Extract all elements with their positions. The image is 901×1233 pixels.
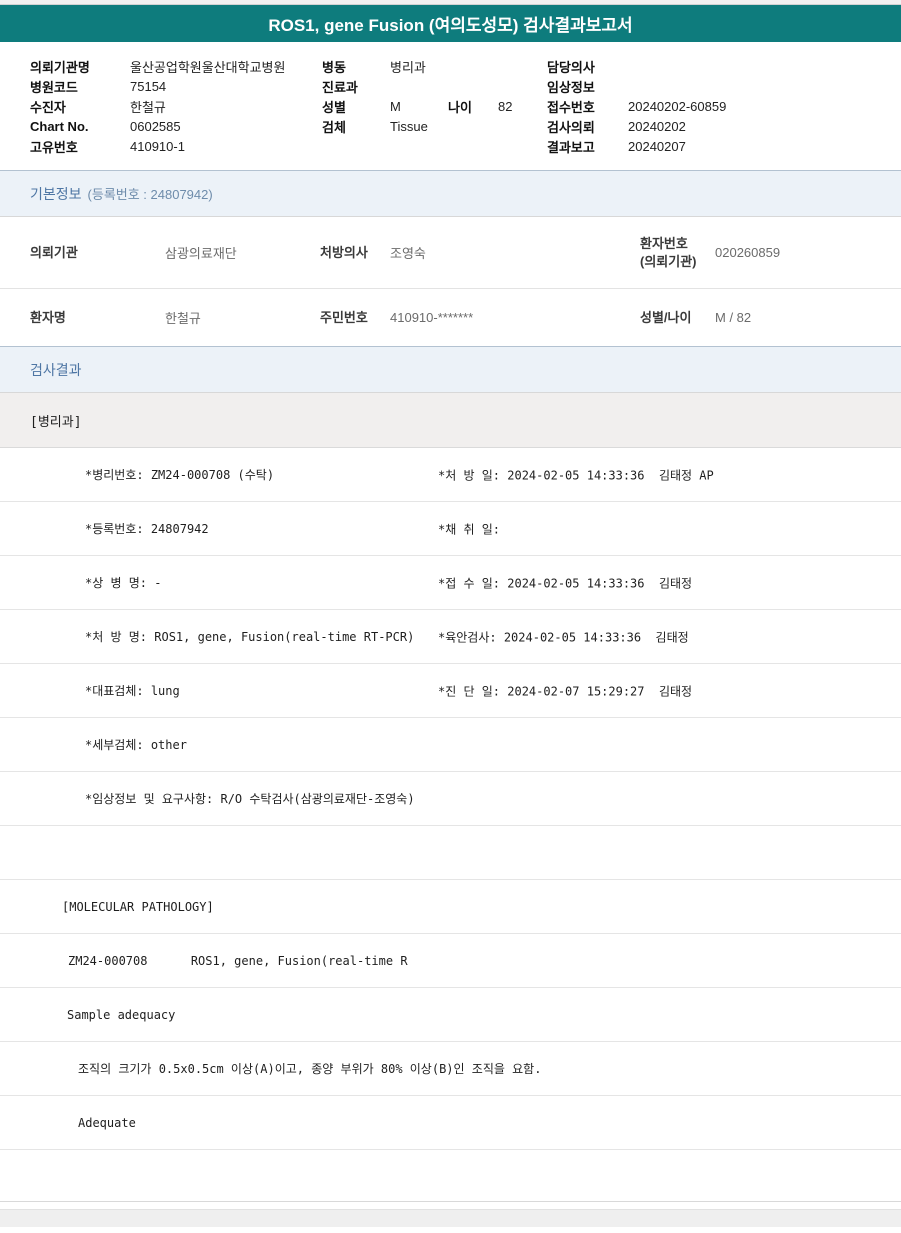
field-value: 울산공업학원울산대학교병원 (130, 57, 322, 76)
header-row: 병원코드 75154 진료과 임상정보 (30, 76, 901, 96)
result-text: *진 단 일: 2024-02-07 15:29:27 김태정 (438, 682, 692, 699)
result-row (0, 1150, 901, 1202)
field-value: 0602585 (130, 119, 322, 134)
field-label: 처방의사 (320, 244, 390, 262)
field-label: 성별/나이 (640, 309, 715, 327)
field-label: 수진자 (30, 97, 130, 116)
header-row: 수진자 한철규 성별 M 나이 82 접수번호 20240202-60859 (30, 96, 901, 116)
field-label: 환자명 (30, 309, 165, 327)
result-text: Adequate (0, 1116, 136, 1130)
result-text: *등록번호: 24807942 (0, 520, 209, 537)
field-value: 020260859 (715, 245, 901, 260)
field-value: 410910-******* (390, 310, 640, 325)
section-title: 검사결과 (30, 360, 82, 380)
report-title-bar: ROS1, gene Fusion (여의도성모) 검사결과보고서 (0, 5, 901, 42)
result-row: Adequate (0, 1096, 901, 1150)
field-value: 한철규 (130, 97, 322, 116)
table-row: 의뢰기관 삼광의료재단 처방의사 조영숙 환자번호 (의뢰기관) 02026085… (0, 217, 901, 289)
result-row: ZM24-000708 ROS1, gene, Fusion(real-time… (0, 934, 901, 988)
result-text: *병리번호: ZM24-000708 (수탁) (0, 466, 274, 483)
field-label: 결과보고 (547, 137, 628, 156)
result-row: *처 방 명: ROS1, gene, Fusion(real-time RT-… (0, 610, 901, 664)
result-text: [MOLECULAR PATHOLOGY] (0, 900, 214, 914)
result-text: *대표검체: lung (0, 682, 180, 699)
field-value: 조영숙 (390, 243, 640, 262)
field-label: 검체 (322, 117, 390, 136)
department-label: [병리과] (30, 411, 82, 430)
result-text: *처 방 일: 2024-02-05 14:33:36 김태정 AP (438, 466, 714, 483)
field-value: Tissue (390, 119, 448, 134)
result-row: *병리번호: ZM24-000708 (수탁) *처 방 일: 2024-02-… (0, 448, 901, 502)
field-value: 20240202-60859 (628, 99, 901, 114)
field-label: 성별 (322, 97, 390, 116)
field-value: 병리과 (390, 57, 448, 76)
field-label: 나이 (448, 97, 498, 116)
patient-header-block: 의뢰기관명 울산공업학원울산대학교병원 병동 병리과 담당의사 병원코드 751… (0, 42, 901, 156)
footer-spacer (0, 1202, 901, 1209)
field-label: 고유번호 (30, 137, 130, 156)
section-title: 기본정보 (30, 184, 82, 204)
result-text: 조직의 크기가 0.5x0.5cm 이상(A)이고, 종양 부위가 80% 이상… (0, 1060, 541, 1077)
field-value: 75154 (130, 79, 322, 94)
result-text: ZM24-000708 ROS1, gene, Fusion(real-time… (0, 954, 408, 968)
field-value: 410910-1 (130, 139, 322, 154)
field-label: 병동 (322, 57, 390, 76)
result-text: *상 병 명: - (0, 574, 161, 591)
field-label: 의뢰기관 (30, 244, 165, 262)
field-label: 의뢰기관명 (30, 57, 130, 76)
field-value: 삼광의료재단 (165, 243, 320, 262)
field-label: 진료과 (322, 77, 390, 96)
result-text: *처 방 명: ROS1, gene, Fusion(real-time RT-… (0, 628, 414, 645)
section-subtitle: (등록번호 : 24807942) (88, 184, 213, 203)
field-value: 20240207 (628, 139, 901, 154)
basic-info-section-header: 기본정보 (등록번호 : 24807942) (0, 170, 901, 217)
result-row: [MOLECULAR PATHOLOGY] (0, 880, 901, 934)
result-row: *상 병 명: - *접 수 일: 2024-02-05 14:33:36 김태… (0, 556, 901, 610)
field-value: M / 82 (715, 310, 901, 325)
result-row (0, 826, 901, 880)
table-row: 환자명 한철규 주민번호 410910-******* 성별/나이 M / 82 (0, 289, 901, 346)
footer-bar (0, 1209, 901, 1227)
result-row: *임상정보 및 요구사항: R/O 수탁검사(삼광의료재단-조영숙) (0, 772, 901, 826)
field-label: 검사의뢰 (547, 117, 628, 136)
result-text: *채 취 일: (438, 520, 500, 537)
field-label: 환자번호 (의뢰기관) (640, 235, 715, 270)
result-row: *대표검체: lung *진 단 일: 2024-02-07 15:29:27 … (0, 664, 901, 718)
field-label: 접수번호 (547, 97, 628, 116)
field-label-line: 환자번호 (640, 236, 688, 251)
field-value: 82 (498, 99, 547, 114)
report-title: ROS1, gene Fusion (여의도성모) 검사결과보고서 (268, 11, 632, 36)
result-row: 조직의 크기가 0.5x0.5cm 이상(A)이고, 종양 부위가 80% 이상… (0, 1042, 901, 1096)
header-row: Chart No. 0602585 검체 Tissue 검사의뢰 2024020… (30, 116, 901, 136)
header-row: 의뢰기관명 울산공업학원울산대학교병원 병동 병리과 담당의사 (30, 56, 901, 76)
field-label: 담당의사 (547, 57, 628, 76)
field-label: 병원코드 (30, 77, 130, 96)
result-text: *세부검체: other (0, 736, 187, 753)
result-row: *등록번호: 24807942 *채 취 일: (0, 502, 901, 556)
field-value: M (390, 99, 448, 114)
result-row: *세부검체: other (0, 718, 901, 772)
department-row: [병리과] (0, 393, 901, 448)
field-label: Chart No. (30, 119, 130, 134)
field-value: 한철규 (165, 308, 320, 327)
result-text: *접 수 일: 2024-02-05 14:33:36 김태정 (438, 574, 692, 591)
results-section-header: 검사결과 (0, 346, 901, 393)
field-label-line: (의뢰기관) (640, 254, 697, 269)
header-row: 고유번호 410910-1 결과보고 20240207 (30, 136, 901, 156)
result-row: Sample adequacy (0, 988, 901, 1042)
result-text: Sample adequacy (0, 1008, 175, 1022)
field-label: 주민번호 (320, 309, 390, 327)
result-text: *육안검사: 2024-02-05 14:33:36 김태정 (438, 628, 689, 645)
field-value: 20240202 (628, 119, 901, 134)
field-label: 임상정보 (547, 77, 628, 96)
result-text: *임상정보 및 요구사항: R/O 수탁검사(삼광의료재단-조영숙) (0, 790, 415, 807)
